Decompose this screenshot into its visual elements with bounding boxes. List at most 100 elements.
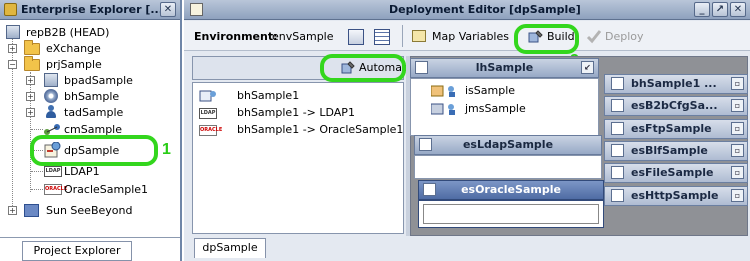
tree-item-label: bpadSample <box>64 74 133 87</box>
close-button[interactable]: ✕ <box>730 2 746 17</box>
highlight-ring-automap <box>320 54 406 82</box>
ldap-icon: LDAP <box>199 108 217 119</box>
trading-partner-icon <box>44 105 58 119</box>
tree-item-label: OracleSample1 <box>64 183 149 196</box>
list-item-label: bhSample1 -> LDAP1 <box>237 106 355 119</box>
toolbar-separator <box>402 25 403 47</box>
panel-title: esLdapSample <box>462 138 554 151</box>
oracle-icon: ORACLE <box>44 184 67 195</box>
project-icon <box>24 204 39 217</box>
oracle-drop-field[interactable] <box>423 204 599 224</box>
enterprise-explorer-panel: Enterprise Explorer [... ✕ repB2B (HEAD)… <box>0 0 182 261</box>
esoraclesample-body <box>418 200 604 228</box>
expand-toggle[interactable]: + <box>26 92 35 101</box>
tree-item-label: prjSample <box>46 58 102 71</box>
tab-dpsample[interactable]: dpSample <box>194 238 266 258</box>
tree-item-label: tadSample <box>64 106 124 119</box>
list-item-label: bhSample1 -> OracleSample1 <box>237 123 404 136</box>
deployment-editor-panel: Deployment Editor [dpSample] _ ↗ ✕ Envir… <box>184 0 750 261</box>
business-process-icon <box>44 73 58 87</box>
item-label: esBlfSample <box>631 144 708 157</box>
external-item-eshttpsample[interactable]: esHttpSample ▫ <box>604 186 748 206</box>
ldap-icon: LDAP <box>44 166 62 177</box>
item-checkbox[interactable] <box>611 122 624 135</box>
tree-item-repb2b[interactable]: repB2B (HEAD) <box>4 24 174 41</box>
item-checkbox[interactable] <box>611 166 624 179</box>
item-label: esB2bCfgSa... <box>631 99 718 112</box>
panel-title: esOracleSample <box>461 183 561 196</box>
item-label: esHttpSample <box>631 189 719 202</box>
item-label: esFtpSample <box>631 122 712 135</box>
item-expand-button[interactable]: ▫ <box>731 144 744 157</box>
tree-guide <box>31 189 43 190</box>
tree-item-label: bhSample <box>64 90 120 103</box>
editor-toolbar: Environment: envSample Map Variables Bui… <box>184 21 750 51</box>
minimize-button[interactable]: _ <box>694 2 710 17</box>
expand-toggle[interactable]: + <box>8 44 17 53</box>
explorer-title: Enterprise Explorer [... <box>21 3 163 16</box>
deploy-button[interactable]: Deploy <box>605 27 644 47</box>
tree-item-bpadsample[interactable]: + bpadSample <box>4 72 174 89</box>
external-item-esftpsample[interactable]: esFtpSample ▫ <box>604 119 748 139</box>
list-item-label: bhSample1 <box>237 89 300 102</box>
external-item-esb2bcfgsa[interactable]: esB2bCfgSa... ▫ <box>604 96 748 116</box>
repository-icon <box>6 25 20 39</box>
integration-server-icon <box>430 84 461 98</box>
expand-toggle[interactable]: + <box>26 108 35 117</box>
item-checkbox[interactable] <box>611 189 624 202</box>
explorer-close-button[interactable]: ✕ <box>160 2 176 17</box>
item-checkbox[interactable] <box>611 144 624 157</box>
tree-item-label: Sun SeeBeyond <box>46 204 133 217</box>
external-item-esfilesample[interactable]: esFileSample ▫ <box>604 163 748 183</box>
grid-view-icon[interactable] <box>374 29 390 45</box>
panel-title: lhSample <box>475 61 534 74</box>
tree-guide <box>31 171 43 172</box>
item-checkbox[interactable] <box>611 99 624 112</box>
tree-item-bhsample[interactable]: + bhSample <box>4 88 174 105</box>
item-expand-button[interactable]: ▫ <box>731 77 744 90</box>
list-item-label: jmsSample <box>465 102 526 115</box>
folder-open-icon <box>24 56 40 71</box>
item-expand-button[interactable]: ▫ <box>731 122 744 135</box>
lhsample-body: isSample jmsSample <box>410 78 599 136</box>
tree-item-label: eXchange <box>46 42 101 55</box>
collapse-toggle[interactable]: − <box>8 60 17 69</box>
explorer-titlebar: Enterprise Explorer [... ✕ <box>0 0 180 20</box>
business-host-icon <box>44 89 58 103</box>
expand-toggle[interactable]: + <box>8 206 17 215</box>
tree-item-prjsample[interactable]: − prjSample <box>4 56 174 73</box>
item-checkbox[interactable] <box>611 77 624 90</box>
tree-item-tadsample[interactable]: + tadSample <box>4 104 174 121</box>
external-item-bhsample1[interactable]: bhSample1 ... ▫ <box>604 74 748 94</box>
tab-label: dpSample <box>202 241 258 254</box>
panel-collapse-button[interactable]: ↙ <box>581 61 594 74</box>
environment-select-icon[interactable] <box>348 29 364 45</box>
business-host-icon <box>199 89 217 103</box>
tree-item-label: repB2B (HEAD) <box>26 26 110 39</box>
item-expand-button[interactable]: ▫ <box>731 189 744 202</box>
map-variables-button[interactable]: Map Variables <box>432 27 509 47</box>
esldapsample-body <box>414 155 602 179</box>
maximize-button[interactable]: ↗ <box>712 2 728 17</box>
explorer-bottom-divider <box>0 237 180 238</box>
message-server-icon <box>430 102 461 116</box>
expand-toggle[interactable]: + <box>26 76 35 85</box>
tab-project-explorer[interactable]: Project Explorer <box>22 241 132 261</box>
folder-icon <box>24 40 40 55</box>
external-item-esblfsample[interactable]: esBlfSample ▫ <box>604 141 748 161</box>
lhsample-title[interactable]: lhSample ↙ <box>410 58 599 78</box>
deploy-icon <box>586 29 602 44</box>
oracle-icon: ORACLE <box>199 125 222 136</box>
explorer-icon <box>4 3 17 16</box>
tree-item-sun-seebeyond[interactable]: + Sun SeeBeyond <box>4 202 174 219</box>
esldapsample-title[interactable]: esLdapSample <box>414 135 602 155</box>
item-expand-button[interactable]: ▫ <box>731 166 744 179</box>
editor-icon <box>190 3 203 16</box>
tree-item-exchange[interactable]: + eXchange <box>4 40 174 57</box>
list-item-label: isSample <box>465 84 516 97</box>
esoraclesample-title[interactable]: esOracleSample <box>418 180 604 200</box>
item-label: esFileSample <box>631 166 714 179</box>
item-expand-button[interactable]: ▫ <box>731 99 744 112</box>
editor-title: Deployment Editor [dpSample] <box>389 3 581 16</box>
tree-item-oraclesample1[interactable]: ORACLE OracleSample1 <box>4 181 174 198</box>
